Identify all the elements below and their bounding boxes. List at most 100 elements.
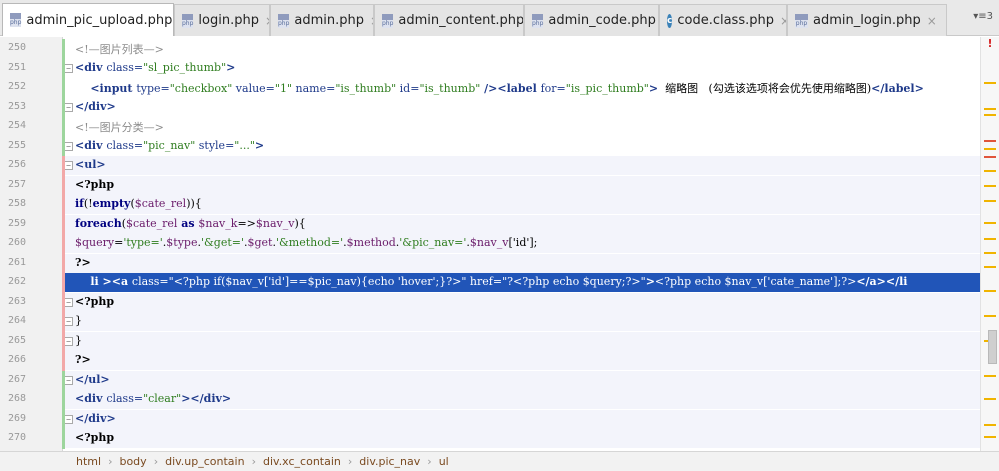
- code-token: '&get=': [200, 236, 244, 249]
- code-token: class=: [131, 275, 169, 288]
- fold-toggle-icon[interactable]: −: [64, 317, 73, 326]
- code-line[interactable]: </ul>: [63, 370, 980, 390]
- breadcrumb-separator: ›: [427, 455, 432, 468]
- breadcrumb-item-ul[interactable]: ul: [439, 455, 449, 468]
- fold-toggle-icon[interactable]: −: [64, 141, 73, 151]
- code-line[interactable]: <div class="clear"></div>: [63, 390, 980, 409]
- warning-stripe-marker[interactable]: [984, 82, 996, 84]
- code-line[interactable]: foreach($cate_rel as $nav_k=>$nav_v){: [63, 214, 980, 234]
- code-token: "is_pic_thumb": [565, 82, 649, 95]
- code-token: }: [75, 333, 82, 347]
- warning-stripe-marker[interactable]: [984, 398, 996, 400]
- warning-stripe-marker[interactable]: [984, 315, 996, 317]
- line-number: 253: [8, 100, 27, 112]
- warning-stripe-marker[interactable]: [984, 252, 996, 254]
- tab-admin-content[interactable]: php admin_content.php ×: [374, 4, 524, 36]
- code-line[interactable]: <?php: [63, 292, 980, 312]
- code-line[interactable]: <div class="sl_pic_thumb">: [63, 59, 980, 78]
- fold-toggle-icon[interactable]: −: [64, 102, 73, 112]
- breadcrumb-item-pic-nav[interactable]: div.pic_nav: [359, 455, 420, 468]
- code-line[interactable]: <div class="pic_nav" style="...">: [63, 137, 980, 156]
- php-file-icon: php: [10, 13, 22, 27]
- warning-stripe-marker[interactable]: [984, 375, 996, 377]
- breadcrumb-separator: ›: [153, 455, 159, 468]
- warning-stripe-marker[interactable]: [984, 436, 996, 438]
- warning-stripe-marker[interactable]: [984, 290, 996, 292]
- warning-stripe-marker[interactable]: [984, 170, 996, 172]
- code-token: >: [645, 275, 655, 288]
- warning-stripe-marker[interactable]: [984, 424, 996, 426]
- tab-admin-pic-upload[interactable]: php admin_pic_upload.php ×: [2, 3, 174, 36]
- scrollbar-thumb[interactable]: [988, 330, 997, 364]
- breadcrumb-item-xc-contain[interactable]: div.xc_contain: [263, 455, 341, 468]
- code-line[interactable]: }: [63, 312, 980, 331]
- fold-toggle-icon[interactable]: −: [64, 375, 73, 385]
- breadcrumb-item-html[interactable]: html: [76, 455, 101, 468]
- code-token: empty: [92, 197, 131, 210]
- fold-toggle-icon[interactable]: −: [64, 336, 73, 346]
- code-line[interactable]: ?>: [63, 253, 980, 273]
- line-number: 268: [8, 393, 27, 404]
- php-file-icon: php: [382, 13, 394, 28]
- code-token: <?php: [75, 177, 115, 191]
- error-stripe-marker[interactable]: [984, 156, 996, 158]
- warning-stripe-marker[interactable]: [984, 114, 996, 116]
- code-token: }: [75, 314, 82, 327]
- code-line[interactable]: </div>: [63, 409, 980, 429]
- code-token: class=: [106, 60, 144, 74]
- tab-admin-login[interactable]: php admin_login.php ×: [787, 4, 947, 36]
- tab-list-menu-button[interactable]: ▾≡3: [973, 11, 993, 22]
- code-token: "is_thumb": [419, 82, 481, 95]
- breadcrumb-item-up-contain[interactable]: div.up_contain: [165, 455, 244, 468]
- close-icon[interactable]: ×: [780, 14, 786, 28]
- code-line[interactable]: <?php: [63, 429, 980, 448]
- warning-stripe-marker[interactable]: [984, 238, 996, 240]
- code-line[interactable]: <ul>: [63, 156, 980, 175]
- code-token: "<?php if($nav_v['id']==$pic_nav){echo '…: [168, 275, 467, 288]
- warning-stripe-marker[interactable]: [984, 185, 996, 187]
- editor-tab-bar: php admin_pic_upload.php × php login.php…: [0, 0, 999, 36]
- warning-stripe-marker[interactable]: [984, 148, 996, 150]
- code-line[interactable]: <!—图片分类—>: [63, 117, 980, 136]
- line-number: 265: [8, 334, 27, 346]
- code-token: name=: [292, 82, 336, 95]
- code-token: 'type=': [123, 236, 163, 249]
- code-line[interactable]: <input type="checkbox" value="1" name="i…: [63, 78, 980, 97]
- tab-login[interactable]: php login.php ×: [174, 4, 270, 36]
- code-line[interactable]: <!—图片列表—>: [63, 39, 980, 58]
- line-number: 252: [8, 81, 27, 92]
- warning-stripe-marker[interactable]: [984, 200, 996, 202]
- fold-toggle-icon[interactable]: −: [64, 161, 73, 170]
- code-line[interactable]: ?>: [63, 351, 980, 370]
- error-indicator-icon[interactable]: !: [984, 37, 996, 50]
- close-icon[interactable]: ×: [927, 14, 937, 28]
- fold-toggle-icon[interactable]: −: [64, 63, 73, 73]
- line-number: 262: [8, 276, 27, 287]
- fold-toggle-icon[interactable]: −: [64, 297, 73, 307]
- warning-stripe-marker[interactable]: [984, 266, 996, 268]
- code-line[interactable]: </div>: [63, 98, 980, 117]
- tab-admin[interactable]: php admin.php ×: [270, 4, 374, 36]
- vertical-scrollbar[interactable]: [980, 37, 999, 451]
- tab-admin-code[interactable]: php admin_code.php ×: [524, 4, 659, 36]
- warning-stripe-marker[interactable]: [984, 222, 996, 224]
- code-token: ['id'];: [508, 236, 538, 249]
- breadcrumb-item-body[interactable]: body: [119, 455, 146, 468]
- fold-toggle-icon[interactable]: −: [64, 414, 73, 424]
- warning-stripe-marker[interactable]: [984, 108, 996, 110]
- code-token: if: [75, 197, 84, 210]
- code-line[interactable]: if(!empty($cate_rel)){: [63, 195, 980, 214]
- code-editor[interactable]: 250 <!—图片列表—> 251 <div class="sl_pic_thumb"…: [0, 37, 999, 451]
- code-line[interactable]: <?php: [63, 175, 980, 195]
- code-line[interactable]: $query='type='.$type.'&get='.$get.'&meth…: [63, 234, 980, 253]
- tab-code-class[interactable]: c code.class.php ×: [659, 4, 787, 36]
- code-text: <?php: [75, 178, 114, 191]
- code-token: <!—图片分类—>: [75, 121, 164, 134]
- code-token: style=: [195, 138, 235, 152]
- selected-code-line[interactable]: li ><a class="<?php if($nav_v['id']==$pi…: [63, 273, 980, 292]
- code-token: foreach: [75, 216, 122, 230]
- php-file-icon: php: [278, 13, 290, 28]
- error-stripe-marker[interactable]: [984, 140, 996, 142]
- code-token: $get: [247, 236, 273, 249]
- code-line[interactable]: }: [63, 331, 980, 351]
